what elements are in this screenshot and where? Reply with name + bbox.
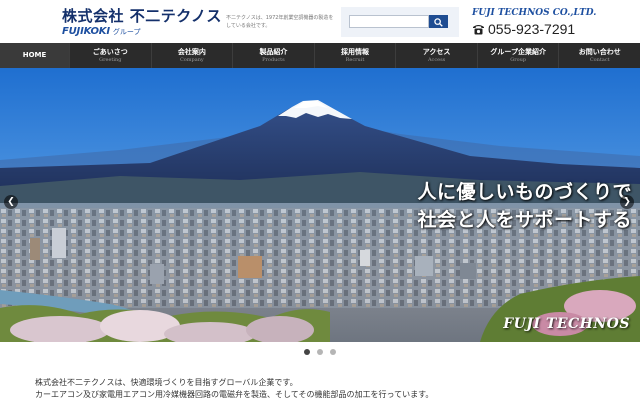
- nav-sublabel: Access: [427, 56, 446, 63]
- intro-line-2: カーエアコン及び家電用エアコン用冷媒機器回路の電磁弁を製造、そしてその機能部品の…: [35, 390, 434, 399]
- phone-number: 055-923-7291: [488, 21, 576, 37]
- nav-item-company[interactable]: 会社案内 Company: [152, 43, 234, 68]
- logo-group-label: グループ: [112, 28, 141, 36]
- company-name-en: FUJI TECHNOS CO.,LTD.: [472, 8, 597, 18]
- nav-item-contact[interactable]: お問い合わせ Contact: [559, 43, 640, 68]
- nav-label: お問い合わせ: [578, 47, 621, 56]
- nav-label: アクセス: [422, 47, 451, 56]
- nav-label: 製品紹介: [259, 47, 288, 56]
- slider-next-button[interactable]: ❯: [620, 195, 634, 209]
- chevron-left-icon: ❮: [7, 197, 15, 207]
- nav-item-greeting[interactable]: ごあいさつ Greeting: [70, 43, 152, 68]
- hero-slider: 人に優しいものづくりで 社会と人をサポートする FUJI TECHNOS ❮ ❯: [0, 68, 640, 342]
- search-icon: [434, 18, 443, 27]
- hero-catchphrase: 人に優しいものづくりで 社会と人をサポートする: [417, 178, 632, 234]
- search-panel: [341, 7, 459, 37]
- nav-item-home[interactable]: HOME: [0, 43, 70, 68]
- intro-line-1: 株式会社不二テクノスは、快適環境づくりを目指すグローバル企業です。: [35, 378, 298, 387]
- phone-contact[interactable]: 055-923-7291: [472, 21, 575, 37]
- slider-dot[interactable]: [317, 349, 323, 355]
- search-input[interactable]: [349, 15, 429, 28]
- nav-sublabel: Company: [179, 56, 204, 63]
- hero-line-1: 人に優しいものづくりで: [417, 181, 632, 203]
- intro-text: 株式会社不二テクノスは、快適環境づくりを目指すグローバル企業です。 カーエアコン…: [35, 377, 433, 400]
- company-logo[interactable]: 株式会社 不二テクノス FUJIKOKI グループ: [62, 7, 221, 38]
- logo-brand: FUJIKOKI: [62, 26, 110, 37]
- nav-label: ごあいさつ: [92, 47, 128, 56]
- global-nav: HOME ごあいさつ Greeting 会社案内 Company 製品紹介 Pr…: [0, 43, 640, 68]
- logo-title: 株式会社 不二テクノス: [62, 7, 222, 25]
- search-button[interactable]: [429, 15, 448, 28]
- phone-icon: [473, 25, 484, 35]
- nav-sublabel: Recruit: [345, 56, 365, 63]
- nav-item-products[interactable]: 製品紹介 Products: [233, 43, 315, 68]
- hero-line-2: 社会と人をサポートする: [417, 209, 632, 231]
- logo-subline: FUJIKOKI グループ: [62, 26, 140, 38]
- nav-item-group[interactable]: グループ企業紹介 Group: [478, 43, 560, 68]
- slider-dot[interactable]: [330, 349, 336, 355]
- nav-item-access[interactable]: アクセス Access: [396, 43, 478, 68]
- site-header: 株式会社 不二テクノス FUJIKOKI グループ 不二テクノスは、1972年創…: [0, 0, 640, 43]
- slider-prev-button[interactable]: ❮: [4, 195, 18, 209]
- nav-label: グループ企業紹介: [490, 47, 546, 56]
- nav-label: 採用情報: [341, 47, 370, 56]
- slider-dot[interactable]: [304, 349, 310, 355]
- nav-sublabel: Group: [510, 56, 527, 63]
- header-tagline: 不二テクノスは、1972年創業空調機器の製造をしている会社です。: [226, 15, 334, 29]
- nav-label: HOME: [22, 51, 47, 59]
- chevron-right-icon: ❯: [623, 197, 631, 207]
- nav-sublabel: Contact: [589, 56, 610, 63]
- nav-label: 会社案内: [177, 47, 206, 56]
- hero-brand-text: FUJI TECHNOS: [503, 316, 630, 332]
- slider-pagination: [0, 349, 640, 357]
- nav-sublabel: Products: [262, 56, 285, 63]
- nav-item-recruit[interactable]: 採用情報 Recruit: [315, 43, 397, 68]
- nav-sublabel: Greeting: [99, 56, 122, 63]
